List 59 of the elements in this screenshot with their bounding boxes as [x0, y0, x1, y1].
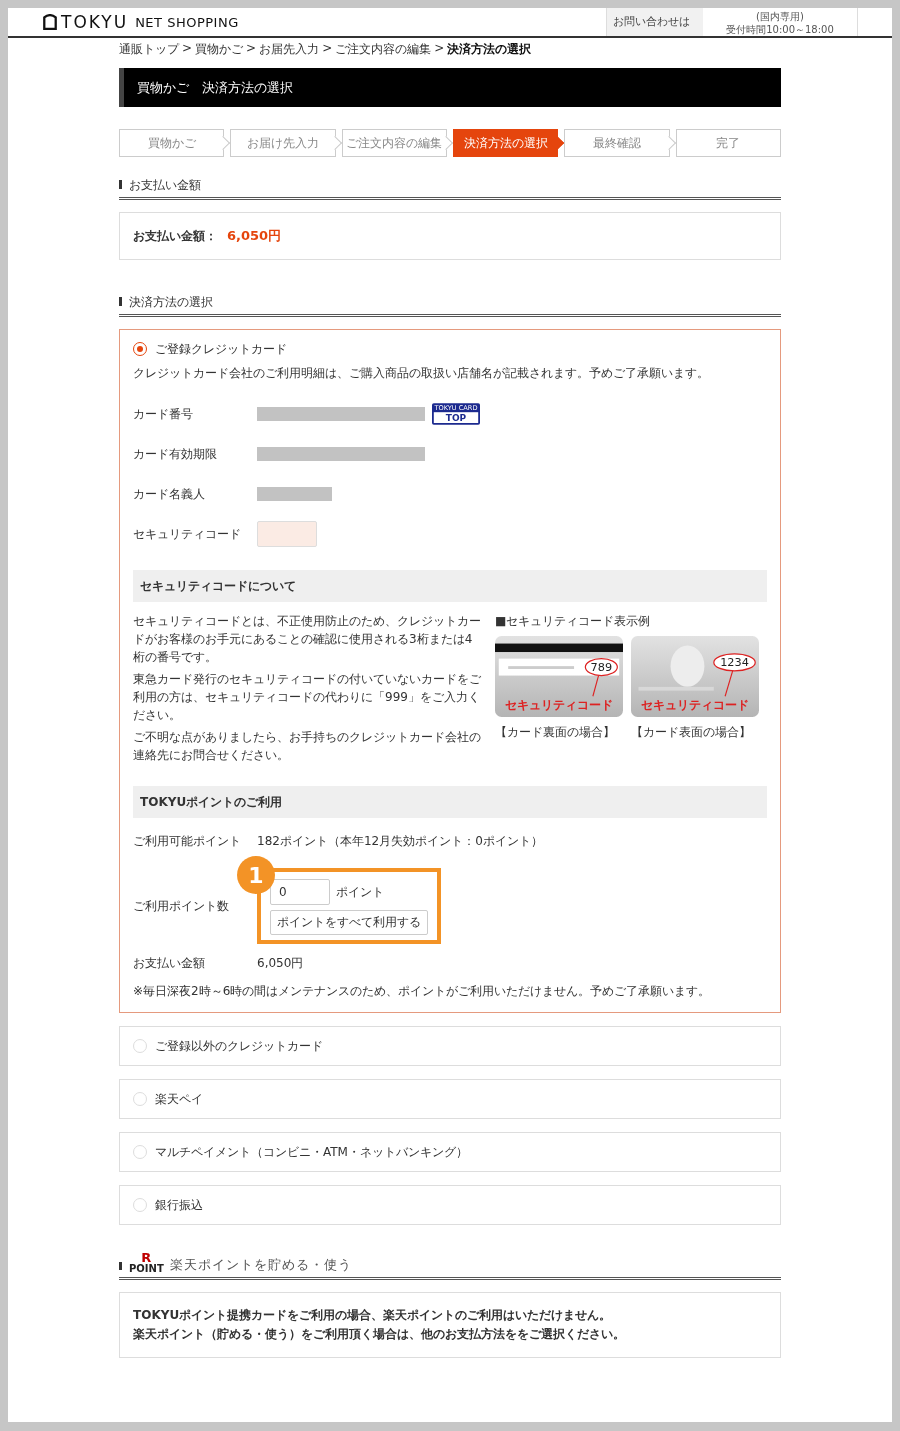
store-logo[interactable]: TOKYU NET SHOPPING [42, 8, 239, 36]
info-paragraph: 東急カード発行のセキュリティコードの付いていないカードをご利用の方は、セキュリティコードの代わりに「999」をご入力ください。 [133, 671, 482, 724]
subsection-heading: セキュリティコードについて [133, 570, 767, 602]
rakuten-point-logo: R POINT [129, 1251, 164, 1274]
page-title: 買物かご 決済方法の選択 [119, 68, 781, 107]
info-paragraph: ご不明な点がありましたら、お手持ちのクレジットカード会社の連絡先にお問合せください。 [133, 729, 482, 764]
breadcrumb-link[interactable]: 買物かご [195, 41, 244, 58]
field-label: ご利用可能ポイント [133, 833, 242, 850]
option-label[interactable]: 銀行振込 [155, 1196, 203, 1214]
contact-hours: 受付時間10:00～18:00 [726, 23, 834, 36]
security-code-field[interactable] [257, 521, 317, 547]
subsection-heading: TOKYUポイントのご利用 [133, 786, 767, 818]
field-label: ご利用ポイント数 [133, 897, 230, 915]
info-line: TOKYUポイント提携カードをご利用の場合、楽天ポイントのご利用はいただけません。 [133, 1307, 613, 1324]
section-heading: 決済方法の選択 [119, 294, 781, 317]
option-label[interactable]: 楽天ペイ [155, 1090, 203, 1108]
checkout-step: 決済方法の選択 [453, 129, 559, 157]
checkout-step: 完了 [675, 129, 781, 157]
checkout-step: お届け先入力 [230, 129, 336, 157]
example-heading: ■セキュリティコード表示例 [495, 613, 652, 630]
field-label: セキュリティコード [133, 525, 242, 543]
info-line: 楽天ポイント（貯める・使う）をご利用頂く場合は、他のお支払方法ををご選択ください。 [133, 1326, 626, 1343]
field-label: カード番号 [133, 405, 194, 423]
section-heading: お支払い金額 [119, 177, 781, 200]
notice-text: クレジットカード会社のご利用明細は、ご購入商品の取扱い店舗名が記載されます。予めご了承願います。 [133, 365, 710, 382]
amount-label: お支払い金額： [133, 227, 217, 245]
card-caption: 【カード表面の場合】 [631, 724, 752, 741]
section-heading: 楽天ポイントを貯める・使う [169, 1256, 352, 1274]
annotation-badge: 1 [237, 856, 275, 894]
breadcrumb-separator: > [322, 41, 333, 57]
checkout-step: 買物かご [119, 129, 225, 157]
checkout-step: ご注文内容の編集 [341, 129, 447, 157]
use-all-points-button[interactable]: ポイントをすべて利用する [270, 910, 428, 935]
contact-note: (国内専用) [756, 11, 804, 24]
field-label: カード有効期限 [133, 445, 218, 463]
payment-amount: 6,050円 [257, 955, 304, 972]
available-points: 182ポイント（本年12月失効ポイント：0ポイント） [257, 833, 543, 850]
card-caption: 【カード裏面の場合】 [495, 724, 616, 741]
breadcrumb-separator: > [434, 41, 445, 57]
breadcrumb-separator: > [246, 41, 257, 57]
field-label: お支払い金額 [133, 955, 206, 972]
breadcrumb-link[interactable]: ご注文内容の編集 [335, 41, 432, 58]
checkout-step: 最終確認 [564, 129, 670, 157]
option-label[interactable]: ご登録クレジットカード [155, 340, 287, 358]
card-example-drawing: 1234 セキュリティコード [631, 636, 759, 717]
points-input[interactable]: 0 [270, 879, 330, 905]
breadcrumb-link[interactable]: お届先入力 [259, 41, 320, 58]
maintenance-note: ※毎日深夜2時～6時の間はメンテナンスのため、ポイントがご利用いただけません。予めご了承願います。 [133, 983, 712, 1000]
logo-mark-icon [42, 14, 58, 30]
option-label[interactable]: ご登録以外のクレジットカード [155, 1037, 323, 1055]
amount-value: 6,050円 [227, 227, 282, 245]
points-unit: ポイント [336, 884, 384, 901]
breadcrumb-separator: > [182, 41, 193, 57]
option-label[interactable]: マルチペイメント（コンビニ・ATM・ネットバンキング） [155, 1143, 468, 1161]
card-example-drawing: 789 セキュリティコード [495, 636, 623, 717]
info-paragraph: セキュリティコードとは、不正使用防止のため、クレジットカードがお客様のお手元にあることの確認に使用される3桁または4桁の番号です。 [133, 613, 482, 666]
field-label: カード名義人 [133, 485, 206, 503]
breadcrumb-link[interactable]: 通販トップ [119, 41, 179, 58]
contact-label: お問い合わせは [607, 8, 703, 36]
